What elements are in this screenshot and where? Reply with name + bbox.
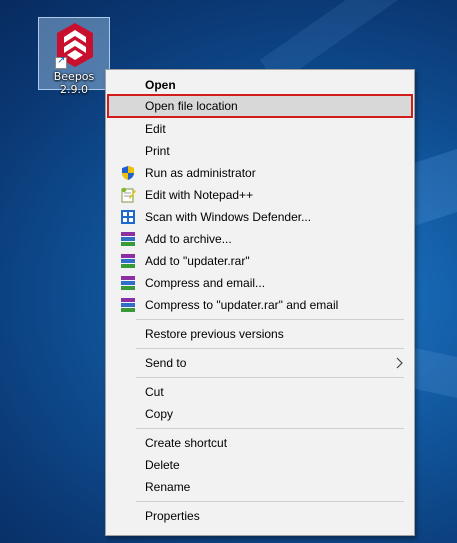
menu-item-open[interactable]: Open bbox=[108, 74, 412, 96]
desktop-shortcut-beepos[interactable]: ↗ Beepos 2.9.0 bbox=[38, 17, 110, 96]
menu-item-create-shortcut[interactable]: Create shortcut bbox=[108, 432, 412, 454]
chevron-right-icon bbox=[396, 357, 403, 369]
menu-item-add-to-updater-rar[interactable]: Add to "updater.rar" bbox=[108, 250, 412, 272]
menu-separator bbox=[136, 428, 404, 429]
menu-item-label: Compress and email... bbox=[145, 276, 266, 290]
menu-item-label: Run as administrator bbox=[145, 166, 256, 180]
menu-separator bbox=[136, 501, 404, 502]
uac-shield-icon bbox=[122, 166, 134, 180]
menu-item-label: Send to bbox=[145, 356, 187, 370]
menu-item-label: Rename bbox=[145, 480, 191, 494]
menu-item-label: Restore previous versions bbox=[145, 327, 284, 341]
menu-item-restore-previous-versions[interactable]: Restore previous versions bbox=[108, 323, 412, 345]
menu-item-label: Copy bbox=[145, 407, 174, 421]
menu-separator bbox=[136, 377, 404, 378]
menu-item-label: Properties bbox=[145, 509, 200, 523]
menu-item-properties[interactable]: Properties bbox=[108, 505, 412, 527]
menu-item-label: Edit bbox=[145, 122, 166, 136]
menu-item-label: Print bbox=[145, 144, 170, 158]
menu-item-label: Delete bbox=[145, 458, 180, 472]
menu-item-edit-with-notepadpp[interactable]: Edit with Notepad++ bbox=[108, 184, 412, 206]
shortcut-arrow-icon: ↗ bbox=[55, 55, 67, 69]
menu-item-scan-with-defender[interactable]: Scan with Windows Defender... bbox=[108, 206, 412, 228]
menu-item-label: Cut bbox=[145, 385, 164, 399]
winrar-icon bbox=[120, 231, 136, 247]
menu-item-send-to[interactable]: Send to bbox=[108, 352, 412, 374]
menu-item-rename[interactable]: Rename bbox=[108, 476, 412, 498]
menu-item-run-as-administrator[interactable]: Run as administrator bbox=[108, 162, 412, 184]
defender-icon bbox=[121, 210, 135, 224]
menu-item-label: Compress to "updater.rar" and email bbox=[145, 298, 339, 312]
winrar-icon bbox=[120, 297, 136, 313]
menu-item-label: Open bbox=[145, 78, 176, 92]
winrar-icon bbox=[120, 253, 136, 269]
menu-item-cut[interactable]: Cut bbox=[108, 381, 412, 403]
menu-item-label: Edit with Notepad++ bbox=[145, 188, 254, 202]
menu-item-copy[interactable]: Copy bbox=[108, 403, 412, 425]
menu-item-label: Scan with Windows Defender... bbox=[145, 210, 312, 224]
menu-item-label: Add to archive... bbox=[145, 232, 232, 246]
menu-item-compress-to-updater-rar-and-email[interactable]: Compress to "updater.rar" and email bbox=[108, 294, 412, 316]
menu-item-add-to-archive[interactable]: Add to archive... bbox=[108, 228, 412, 250]
menu-item-label: Open file location bbox=[145, 99, 238, 113]
menu-item-label: Create shortcut bbox=[145, 436, 228, 450]
context-menu: Open Open file location Edit Print Run a… bbox=[105, 69, 415, 536]
menu-item-delete[interactable]: Delete bbox=[108, 454, 412, 476]
desktop-icon-label: Beepos 2.9.0 bbox=[53, 70, 95, 96]
menu-item-label: Add to "updater.rar" bbox=[145, 254, 250, 268]
menu-separator bbox=[136, 348, 404, 349]
menu-separator bbox=[136, 319, 404, 320]
notepadpp-icon bbox=[121, 187, 136, 203]
winrar-icon bbox=[120, 275, 136, 291]
menu-item-print[interactable]: Print bbox=[108, 140, 412, 162]
menu-item-compress-and-email[interactable]: Compress and email... bbox=[108, 272, 412, 294]
menu-item-edit[interactable]: Edit bbox=[108, 118, 412, 140]
menu-item-open-file-location[interactable]: Open file location bbox=[107, 94, 413, 118]
